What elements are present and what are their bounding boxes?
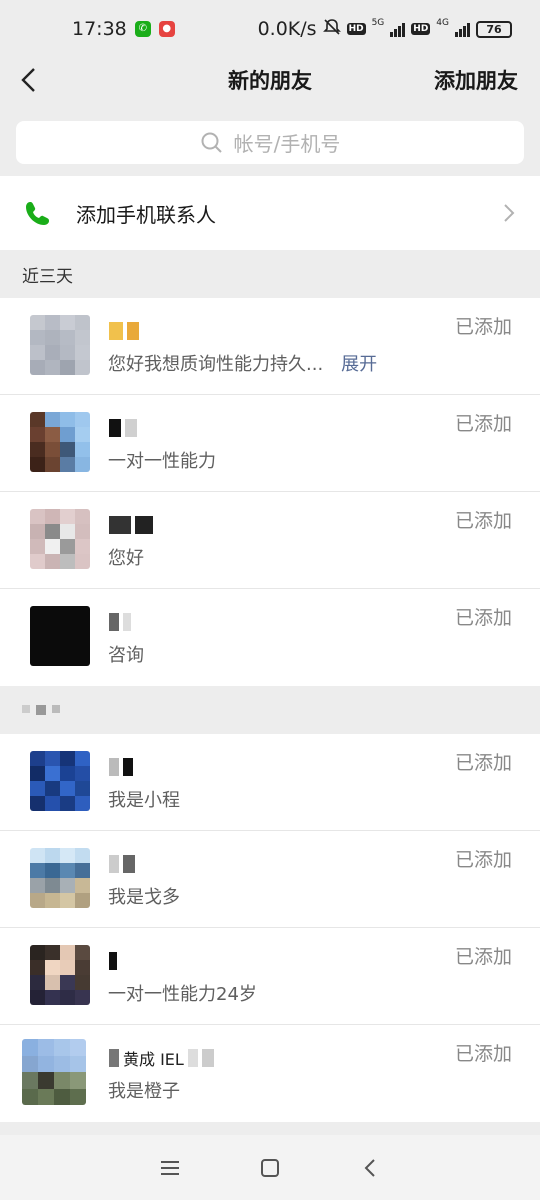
request-message: 您好我想质询性能力持久... 展开 [108, 354, 378, 375]
add-phone-contacts-row[interactable]: 添加手机联系人 [0, 176, 540, 250]
menu-button[interactable] [155, 1153, 185, 1183]
signal-icon-2 [455, 22, 470, 37]
network-speed: 0.0K/s [257, 18, 317, 40]
search-input[interactable]: 帐号/手机号 [16, 121, 524, 164]
section-header-recent: 近三天 [22, 266, 73, 287]
chevron-right-icon [504, 204, 515, 222]
section-header-earlier [0, 686, 540, 734]
hd-icon: HD [346, 23, 366, 35]
avatar [30, 509, 90, 569]
list-item[interactable]: 您好我想质询性能力持久... 展开 已添加 [0, 298, 540, 395]
status-added: 已添加 [454, 849, 512, 871]
request-message: 咨询 [108, 645, 144, 666]
home-button[interactable] [255, 1153, 285, 1183]
phone-notification-icon: ✆ [134, 21, 151, 37]
status-added: 已添加 [454, 607, 512, 629]
phone-icon [26, 202, 49, 225]
mute-icon [322, 18, 341, 41]
search-placeholder: 帐号/手机号 [233, 132, 341, 156]
request-message: 我是小程 [108, 790, 180, 811]
status-added: 已添加 [454, 946, 512, 968]
contact-name-blurred [109, 611, 169, 633]
avatar [22, 1039, 86, 1105]
friend-request-list-recent: 您好我想质询性能力持久... 展开 已添加 一对一性能力 已添加 您好 已添加 咨… [0, 298, 540, 686]
contact-name-blurred: 黄成 IEL [109, 1047, 279, 1069]
avatar [30, 945, 90, 1005]
add-friends-button[interactable]: 添加朋友 [434, 65, 518, 95]
contact-name: 黄成 IEL [123, 1050, 184, 1069]
request-message: 一对一性能力 [108, 451, 216, 472]
contact-name-blurred [109, 320, 169, 342]
avatar [30, 606, 90, 666]
status-added: 已添加 [454, 510, 512, 532]
expand-link[interactable]: 展开 [341, 354, 377, 375]
section-title-blurred [22, 705, 60, 715]
list-item[interactable]: 我是小程 已添加 [0, 734, 540, 831]
status-added: 已添加 [454, 1043, 512, 1065]
add-phone-contacts-label: 添加手机联系人 [76, 202, 216, 227]
search-icon [201, 132, 222, 153]
list-item[interactable]: 我是戈多 已添加 [0, 831, 540, 928]
system-navigation-bar [0, 1135, 540, 1200]
app-notification-icon: ● [158, 21, 175, 37]
list-item[interactable]: 一对一性能力24岁 已添加 [0, 928, 540, 1025]
request-message: 您好 [108, 548, 144, 569]
contact-name-blurred [109, 417, 169, 439]
status-added: 已添加 [454, 413, 512, 435]
avatar [30, 315, 90, 375]
hd-icon-2: HD [411, 23, 431, 35]
friend-request-list-earlier: 我是小程 已添加 我是戈多 已添加 一对一性能力24岁 已添加 黄成 IEL 我… [0, 734, 540, 1122]
contact-name-blurred [109, 514, 169, 536]
request-message: 一对一性能力24岁 [108, 984, 257, 1005]
avatar [30, 412, 90, 472]
contact-name-blurred [109, 756, 169, 778]
list-item[interactable]: 您好 已添加 [0, 492, 540, 589]
list-item[interactable]: 咨询 已添加 [0, 589, 540, 686]
list-item[interactable]: 黄成 IEL 我是橙子 已添加 [0, 1025, 540, 1122]
battery-icon: 76 [476, 20, 512, 38]
status-added: 已添加 [454, 752, 512, 774]
avatar [30, 751, 90, 811]
menu-icon [161, 1160, 179, 1175]
back-button[interactable] [14, 64, 46, 96]
chevron-left-icon [21, 68, 35, 92]
nav-bar: 新的朋友 添加朋友 [0, 58, 540, 102]
list-item[interactable]: 一对一性能力 已添加 [0, 395, 540, 492]
contact-name-blurred [109, 853, 169, 875]
network-type-4g: 4G [436, 18, 449, 28]
status-bar: 17:38 ✆ ● 0.0K/s HD 5G HD 4G 76 [0, 0, 540, 58]
home-icon [261, 1158, 279, 1177]
status-time: 17:38 [72, 18, 127, 40]
back-arrow-icon [364, 1158, 375, 1177]
signal-icon [390, 22, 406, 37]
network-type-5g: 5G [371, 18, 385, 28]
avatar [30, 848, 90, 908]
status-added: 已添加 [454, 316, 512, 338]
request-message: 我是橙子 [108, 1081, 180, 1102]
request-message: 我是戈多 [108, 887, 180, 908]
system-back-button[interactable] [355, 1153, 385, 1183]
contact-name-blurred [109, 950, 169, 972]
